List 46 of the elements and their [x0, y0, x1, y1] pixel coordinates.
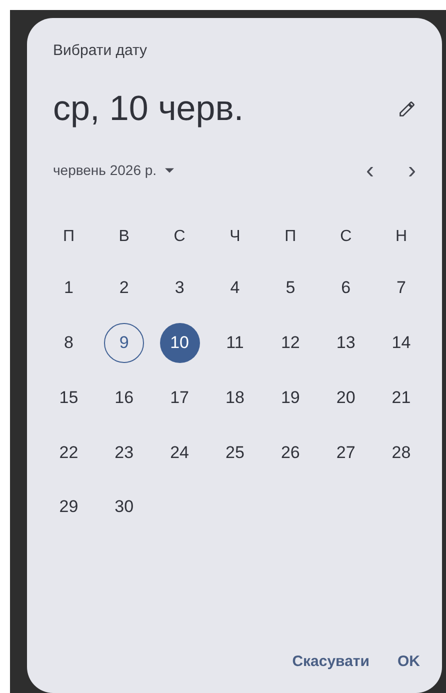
day-cell[interactable]: 8	[48, 322, 89, 363]
edit-icon[interactable]	[398, 100, 416, 118]
day-cell[interactable]: 25	[214, 432, 255, 472]
day-cell[interactable]: 4	[214, 268, 255, 308]
ok-button[interactable]: OK	[398, 650, 420, 673]
day-cell[interactable]: 1	[48, 268, 89, 308]
month-year-dropdown[interactable]: червень 2026 р.	[53, 160, 174, 181]
weekday-label: В	[118, 226, 130, 246]
selected-date: ср, 10 черв.	[53, 88, 244, 128]
day-cell[interactable]: 14	[381, 322, 422, 363]
dialog-title: Вибрати дату	[53, 41, 148, 61]
day-cell[interactable]: 24	[160, 432, 200, 472]
weekday-label: С	[340, 226, 352, 246]
weekday-label: Н	[395, 226, 408, 246]
dropdown-caret-icon	[164, 168, 174, 173]
previous-month-button[interactable]: ‹	[366, 158, 374, 182]
day-cell[interactable]: 10	[160, 322, 200, 363]
day-cell[interactable]: 22	[48, 432, 89, 472]
day-cell[interactable]: 9	[104, 322, 144, 363]
day-cell[interactable]: 28	[381, 432, 422, 472]
day-cell[interactable]: 17	[160, 377, 200, 418]
day-cell[interactable]: 12	[270, 322, 310, 363]
day-cell[interactable]: 30	[104, 487, 144, 528]
day-cell[interactable]: 16	[104, 377, 144, 418]
day-cell[interactable]: 21	[381, 377, 422, 418]
day-cell[interactable]: 13	[326, 322, 366, 363]
day-cell[interactable]: 2	[104, 268, 144, 308]
day-cell[interactable]: 5	[270, 268, 310, 308]
weekday-label: П	[284, 226, 296, 246]
day-cell[interactable]: 3	[160, 268, 200, 308]
cancel-button[interactable]: Скасувати	[292, 650, 370, 673]
day-cell[interactable]: 15	[48, 377, 89, 418]
day-cell[interactable]: 6	[326, 268, 366, 308]
day-cell[interactable]: 27	[326, 432, 366, 472]
day-cell[interactable]: 19	[270, 377, 310, 418]
day-cell[interactable]: 29	[48, 487, 89, 528]
day-cell[interactable]: 26	[270, 432, 310, 472]
day-cell[interactable]: 18	[214, 377, 255, 418]
day-cell[interactable]: 11	[214, 322, 255, 363]
weekday-label: П	[62, 226, 74, 246]
weekday-label: С	[174, 226, 186, 246]
next-month-button[interactable]: ›	[408, 158, 416, 182]
day-cell[interactable]: 23	[104, 432, 144, 472]
day-cell[interactable]: 20	[326, 377, 366, 418]
weekday-label: Ч	[230, 226, 240, 246]
day-cell[interactable]: 7	[381, 268, 422, 308]
